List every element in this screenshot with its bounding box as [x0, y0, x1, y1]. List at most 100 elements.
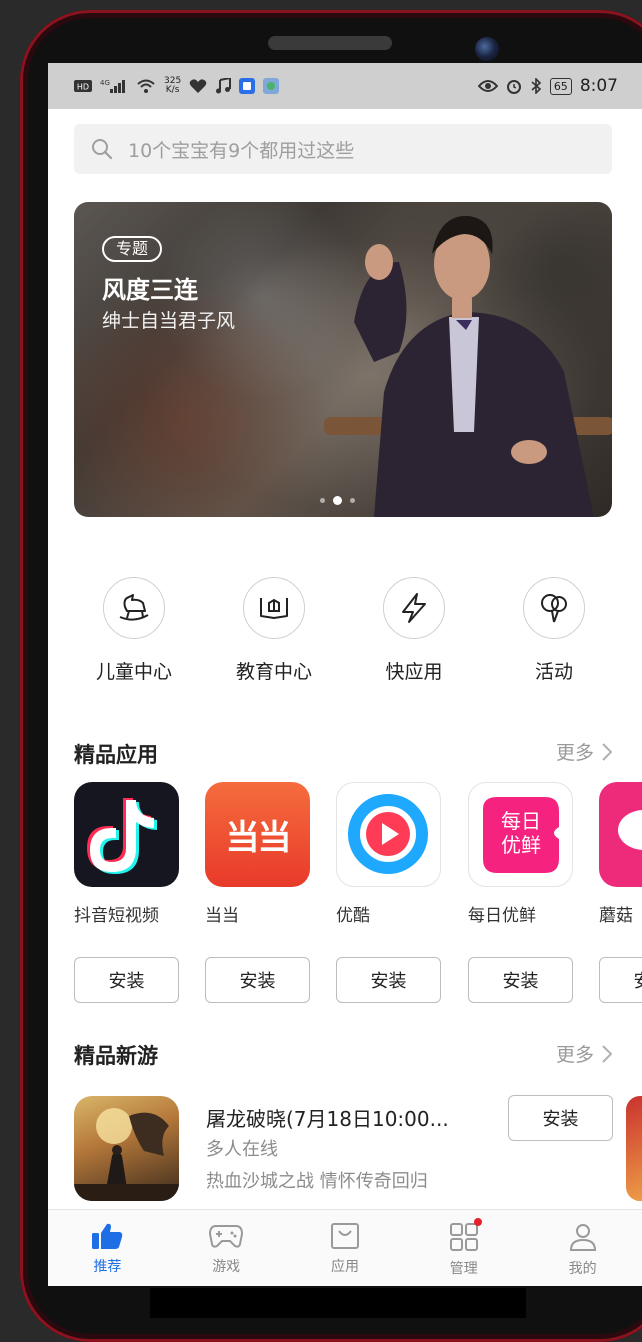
missfresh-logo-top: 每日: [501, 809, 541, 833]
dangdang-logo-text: 当当: [225, 818, 292, 858]
next-game-icon[interactable]: [626, 1096, 642, 1201]
featured-apps-title: 精品应用: [74, 743, 158, 767]
featured-apps-row: 抖音短视频 当当 当当 优酷 每日 优鲜 每日优鲜 蘑菇 安装 安装 安装 安装: [74, 782, 642, 1012]
bluetooth-icon: [531, 78, 541, 94]
tab-recommend[interactable]: 推荐: [67, 1222, 147, 1276]
promo-banner[interactable]: 专题 风度三连 绅士自当君子风: [74, 202, 612, 517]
install-button[interactable]: 安装: [74, 957, 179, 1003]
install-button[interactable]: 安装: [336, 957, 441, 1003]
notification-dot: [473, 1218, 482, 1226]
carousel-dot: [320, 498, 325, 503]
new-games-more-label: 更多: [555, 1044, 594, 1066]
app-card-dangdang[interactable]: 当当 当当: [205, 782, 310, 926]
quick-link-education[interactable]: 教育中心: [208, 577, 340, 684]
app-card-mogu[interactable]: 蘑菇: [599, 782, 642, 926]
music-icon: [216, 78, 232, 94]
quick-link-activity[interactable]: 活动: [488, 577, 620, 684]
app-name: 抖音短视频: [74, 906, 159, 926]
shopping-bag-icon: [330, 1223, 359, 1249]
game-title[interactable]: 屠龙破晓(7月18日10:00...: [206, 1103, 449, 1132]
app-name: 优酷: [336, 906, 370, 926]
featured-apps-more-link[interactable]: 更多: [556, 738, 612, 765]
quick-link-kids-circle: [103, 577, 165, 639]
battery-indicator: 65: [549, 77, 572, 95]
phone-chin: [150, 1288, 526, 1318]
install-button[interactable]: 安装: [468, 957, 573, 1003]
missfresh-logo-text: 每日 优鲜: [483, 809, 559, 857]
mogu-icon: [599, 782, 642, 887]
svg-text:HD: HD: [77, 83, 89, 92]
svg-text:4G: 4G: [100, 79, 110, 87]
network-speed: 325 K/s: [164, 77, 181, 95]
heart-icon: [189, 79, 207, 93]
game-install-button[interactable]: 安装: [508, 1095, 613, 1141]
tab-manage[interactable]: 管理: [424, 1218, 504, 1278]
new-games-title: 精品新游: [74, 1044, 158, 1068]
tab-manage-label: 管理: [449, 1261, 478, 1277]
tab-games-label: 游戏: [212, 1259, 241, 1275]
app-name: 蘑菇: [599, 906, 633, 926]
tab-games[interactable]: 游戏: [186, 1222, 266, 1276]
app-name: 每日优鲜: [468, 906, 536, 926]
tab-profile-label: 我的: [568, 1261, 597, 1277]
carousel-dot: [350, 498, 355, 503]
hd-icon: HD: [74, 80, 92, 92]
status-bar: HD 4G 325 K/s 65 8:07: [48, 63, 642, 109]
app-card-douyin[interactable]: 抖音短视频: [74, 782, 179, 926]
chevron-right-icon: [602, 742, 612, 761]
bottom-nav: 推荐 游戏 应用 管理 我的: [48, 1209, 642, 1286]
game-description: 热血沙城之战 情怀传奇回归: [206, 1171, 428, 1192]
install-button[interactable]: 安装: [205, 957, 310, 1003]
screen: HD 4G 325 K/s 65 8:07 10个宝宝有9个都用过这些 专题 风…: [48, 63, 642, 1286]
rocking-horse-icon: [119, 594, 149, 621]
quick-link-education-circle: [243, 577, 305, 639]
app-name: 当当: [205, 906, 239, 926]
game-icon-tulong[interactable]: [74, 1096, 179, 1201]
tab-apps[interactable]: 应用: [305, 1222, 385, 1276]
missfresh-icon: 每日 优鲜: [468, 782, 573, 887]
lightning-icon: [402, 593, 426, 623]
app-card-missfresh[interactable]: 每日 优鲜 每日优鲜: [468, 782, 573, 926]
earpiece-speaker: [268, 36, 392, 50]
quick-link-kids-label: 儿童中心: [95, 661, 172, 683]
new-games-more-link[interactable]: 更多: [556, 1040, 612, 1067]
4g-signal-icon: 4G: [100, 79, 125, 93]
douyin-icon: [74, 782, 179, 887]
eye-icon: [477, 80, 498, 92]
search-input[interactable]: 10个宝宝有9个都用过这些: [74, 124, 612, 174]
banner-subtitle: 绅士自当君子风: [102, 310, 236, 332]
banner-gentleman-image: [324, 215, 612, 517]
quick-link-activity-label: 活动: [534, 661, 573, 683]
featured-apps-more-label: 更多: [555, 742, 594, 764]
grid-icon: [449, 1223, 478, 1251]
alarm-icon: [506, 80, 521, 94]
app-icon-2: [263, 78, 280, 94]
status-left: HD 4G 325 K/s: [74, 77, 280, 95]
banner-title: 风度三连: [102, 276, 198, 304]
wifi-icon: [137, 79, 155, 93]
status-right: 65 8:07: [477, 76, 618, 96]
dangdang-icon: 当当: [205, 782, 310, 887]
quick-link-quickapp-circle: [383, 577, 445, 639]
network-speed-unit: K/s: [165, 85, 180, 95]
user-icon: [569, 1224, 596, 1251]
carousel-dot-active: [333, 496, 342, 505]
missfresh-logo-bottom: 优鲜: [501, 833, 541, 857]
clock: 8:07: [579, 76, 618, 96]
search-placeholder: 10个宝宝有9个都用过这些: [128, 139, 355, 162]
install-button[interactable]: 安装: [599, 957, 642, 1003]
banner-tag: 专题: [102, 236, 163, 262]
chevron-right-icon: [602, 1044, 612, 1063]
quick-links: 儿童中心 教育中心 快应用 活动: [68, 577, 620, 684]
tab-apps-label: 应用: [330, 1259, 359, 1275]
game-subtitle: 多人在线: [206, 1139, 278, 1160]
thumbs-up-icon: [92, 1223, 123, 1249]
quick-link-kids[interactable]: 儿童中心: [68, 577, 200, 684]
app-card-youku[interactable]: 优酷: [336, 782, 441, 926]
tab-profile[interactable]: 我的: [543, 1222, 623, 1278]
quick-link-quickapp[interactable]: 快应用: [348, 577, 480, 684]
tab-recommend-label: 推荐: [93, 1259, 122, 1275]
quick-link-quickapp-label: 快应用: [385, 661, 443, 683]
book-icon: [260, 598, 288, 619]
carousel-indicator: [320, 496, 355, 505]
